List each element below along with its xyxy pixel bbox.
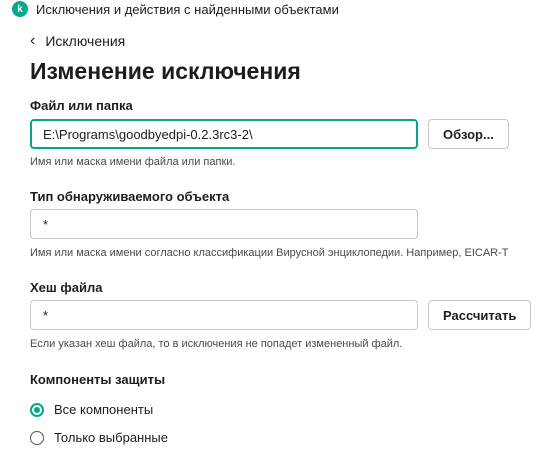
back-link[interactable]: ‹ Исключения [30,32,125,50]
radio-selected-only[interactable]: Только выбранные [30,430,168,445]
file-hash-input[interactable] [30,300,418,330]
radio-checked-icon[interactable] [30,402,44,417]
radio-unchecked-icon[interactable] [30,430,44,445]
object-type-input[interactable] [30,209,418,239]
object-type-label: Тип обнаруживаемого объекта [30,189,230,204]
file-field-label: Файл или папка [30,98,133,113]
window-title: Исключения и действия с найденными объек… [36,1,339,17]
protection-components-label: Компоненты защиты [30,372,166,387]
radio-all-components-label[interactable]: Все компоненты [54,402,153,417]
file-field-hint: Имя или маска имени файла или папки. [30,156,236,168]
chevron-left-icon[interactable]: ‹ [30,32,35,50]
kaspersky-app-icon: k [12,1,28,17]
radio-selected-only-label[interactable]: Только выбранные [54,430,168,445]
browse-button[interactable]: Обзор... [428,119,509,149]
calculate-hash-button[interactable]: Рассчитать [428,300,532,330]
radio-all-components[interactable]: Все компоненты [30,402,153,417]
file-hash-hint: Если указан хеш файла, то в исключения н… [30,338,403,350]
file-path-input[interactable] [30,119,418,149]
title-bar: k Исключения и действия с найденными объ… [12,0,339,18]
back-link-label[interactable]: Исключения [45,33,125,49]
file-hash-label: Хеш файла [30,280,103,295]
object-type-hint: Имя или маска имени согласно классификац… [30,247,509,259]
page-title: Изменение исключения [30,58,301,84]
